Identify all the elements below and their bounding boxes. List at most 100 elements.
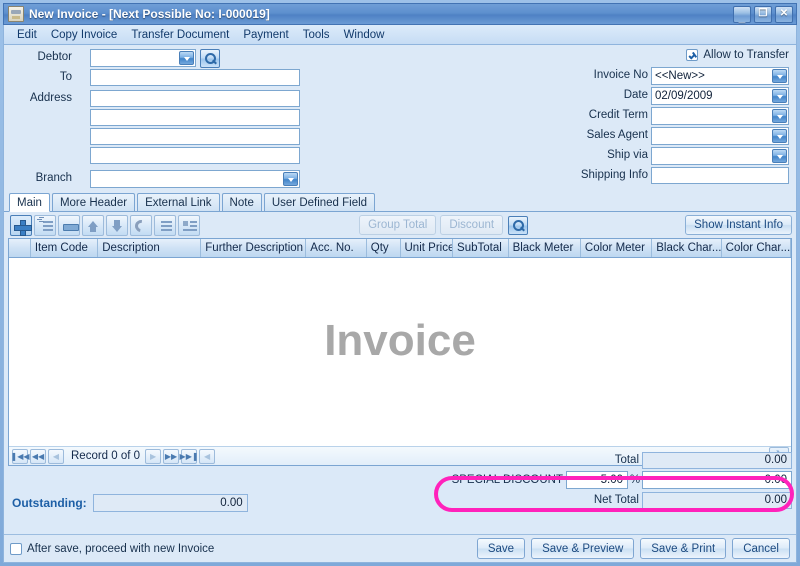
total-row: Total 0.00: [440, 451, 792, 469]
grid-column-color-meter[interactable]: Color Meter: [581, 239, 653, 257]
last-record-button[interactable]: ▶▶❚: [180, 448, 199, 464]
tab-main[interactable]: Main: [9, 193, 50, 212]
grid-column-qty[interactable]: Qty: [367, 239, 401, 257]
maximize-button[interactable]: ❐: [754, 6, 772, 23]
discount-button[interactable]: Discount: [440, 215, 504, 235]
detail-button[interactable]: [178, 214, 200, 236]
chevron-down-icon[interactable]: [772, 69, 787, 83]
totals-panel: Total 0.00 SPECIAL DISCOUNT 5.00 % 0.00 …: [440, 451, 792, 510]
ship-via-label: Ship via: [607, 149, 648, 161]
invoice-document-icon: [8, 6, 24, 22]
total-value: 0.00: [642, 451, 792, 469]
close-icon: ✕: [779, 8, 789, 19]
indent-button[interactable]: [154, 214, 176, 236]
cancel-button[interactable]: Cancel: [732, 538, 790, 559]
grid-column-black-meter[interactable]: Black Meter: [509, 239, 581, 257]
grid-column-description[interactable]: Description: [98, 239, 202, 257]
tab-user-defined-field[interactable]: User Defined Field: [263, 193, 376, 211]
to-label: To: [59, 71, 72, 83]
save-button[interactable]: Save: [476, 538, 526, 559]
grid-column-further-description[interactable]: Further Description: [201, 239, 307, 257]
chevron-down-icon[interactable]: [772, 149, 787, 163]
ship-via-combo[interactable]: [651, 147, 789, 165]
outstanding-row: Outstanding: 0.00: [12, 494, 248, 512]
debtor-search-button[interactable]: [200, 49, 220, 68]
credit-term-combo[interactable]: [651, 107, 789, 125]
allow-to-transfer-checkbox[interactable]: [686, 49, 699, 61]
delete-row-button[interactable]: [58, 214, 80, 236]
tab-more-header[interactable]: More Header: [51, 193, 136, 211]
invoice-watermark: Invoice: [324, 316, 476, 365]
branch-label: Branch: [35, 172, 72, 184]
percent-sign-label: %: [629, 474, 641, 486]
to-input[interactable]: [90, 69, 300, 86]
client-area: Debtor To Address Branch Allow to Transf…: [3, 44, 797, 563]
address-line-4-input[interactable]: [90, 147, 300, 164]
tab-external-link[interactable]: External Link: [137, 193, 220, 211]
undo-button[interactable]: [130, 214, 152, 236]
save-and-print-button[interactable]: Save & Print: [640, 538, 727, 559]
shipping-info-input[interactable]: [651, 167, 789, 184]
prev-page-button[interactable]: ◀◀: [30, 448, 46, 464]
grid-column-unit-price[interactable]: Unit Price: [401, 239, 454, 257]
tab-strip: Main More Header External Link Note User…: [4, 193, 796, 212]
group-total-button[interactable]: Group Total: [359, 215, 437, 235]
close-button[interactable]: ✕: [775, 6, 793, 23]
minimize-button[interactable]: _: [733, 6, 751, 24]
menu-item-transfer-document[interactable]: Transfer Document: [124, 27, 236, 43]
address-line-1-input[interactable]: [90, 90, 300, 107]
sales-agent-combo[interactable]: [651, 127, 789, 145]
application-window: New Invoice - [Next Possible No: I-00001…: [0, 0, 800, 566]
total-label: Total: [614, 454, 639, 466]
tab-note[interactable]: Note: [221, 193, 262, 211]
grid-search-button[interactable]: [508, 215, 529, 235]
move-down-button[interactable]: [106, 214, 128, 236]
credit-term-label: Credit Term: [588, 109, 648, 121]
grid-column-acc-no[interactable]: Acc. No.: [306, 239, 367, 257]
menu-item-edit[interactable]: Edit: [10, 27, 44, 43]
invoice-no-value: <<New>>: [655, 70, 705, 82]
special-discount-amount-input[interactable]: 0.00: [642, 471, 792, 489]
grid-body[interactable]: Invoice: [9, 258, 791, 446]
invoice-no-combo[interactable]: <<New>>: [651, 67, 789, 85]
prev-record-button[interactable]: ◀: [48, 448, 64, 464]
first-record-button[interactable]: ❚◀◀: [11, 448, 30, 464]
branch-combo[interactable]: [90, 170, 300, 188]
chevron-down-icon[interactable]: [772, 109, 787, 123]
move-up-button[interactable]: [82, 214, 104, 236]
menu-item-tools[interactable]: Tools: [296, 27, 337, 43]
save-and-preview-button[interactable]: Save & Preview: [531, 538, 635, 559]
address-line-2-input[interactable]: [90, 109, 300, 126]
grid-column-item-code[interactable]: Item Code: [31, 239, 99, 257]
date-combo[interactable]: 02/09/2009: [651, 87, 789, 105]
debtor-combo[interactable]: [90, 49, 196, 67]
show-instant-info-button[interactable]: Show Instant Info: [685, 215, 792, 235]
insert-row-button[interactable]: [34, 214, 56, 236]
after-save-row[interactable]: After save, proceed with new Invoice: [10, 542, 215, 555]
allow-to-transfer-row[interactable]: Allow to Transfer: [686, 49, 789, 61]
add-row-button[interactable]: [10, 214, 32, 236]
collapse-button[interactable]: ◀: [199, 448, 216, 464]
next-page-button[interactable]: ▶▶: [163, 448, 180, 464]
window-title: New Invoice - [Next Possible No: I-00001…: [29, 7, 270, 21]
debtor-label: Debtor: [37, 51, 72, 63]
chevron-down-icon[interactable]: [179, 51, 194, 65]
chevron-down-icon[interactable]: [772, 89, 787, 103]
address-label: Address: [29, 92, 72, 104]
grid-column-color-charge[interactable]: Color Char...: [722, 239, 792, 257]
chevron-down-icon[interactable]: [283, 172, 298, 186]
after-save-label: After save, proceed with new Invoice: [27, 542, 215, 555]
menu-item-window[interactable]: Window: [337, 27, 392, 43]
grid-column-subtotal[interactable]: SubTotal: [453, 239, 509, 257]
grid-column-selector[interactable]: [9, 239, 31, 257]
menu-item-copy-invoice[interactable]: Copy Invoice: [44, 27, 124, 43]
special-discount-percent-input[interactable]: 5.00: [566, 471, 628, 489]
chevron-down-icon[interactable]: [772, 129, 787, 143]
footer-bar: After save, proceed with new Invoice Sav…: [4, 534, 796, 562]
address-line-3-input[interactable]: [90, 128, 300, 145]
after-save-checkbox[interactable]: [10, 542, 22, 555]
outstanding-label: Outstanding:: [12, 496, 87, 510]
next-record-button[interactable]: ▶: [145, 448, 162, 464]
menu-item-payment[interactable]: Payment: [236, 27, 295, 43]
grid-column-black-charge[interactable]: Black Char...: [652, 239, 722, 257]
